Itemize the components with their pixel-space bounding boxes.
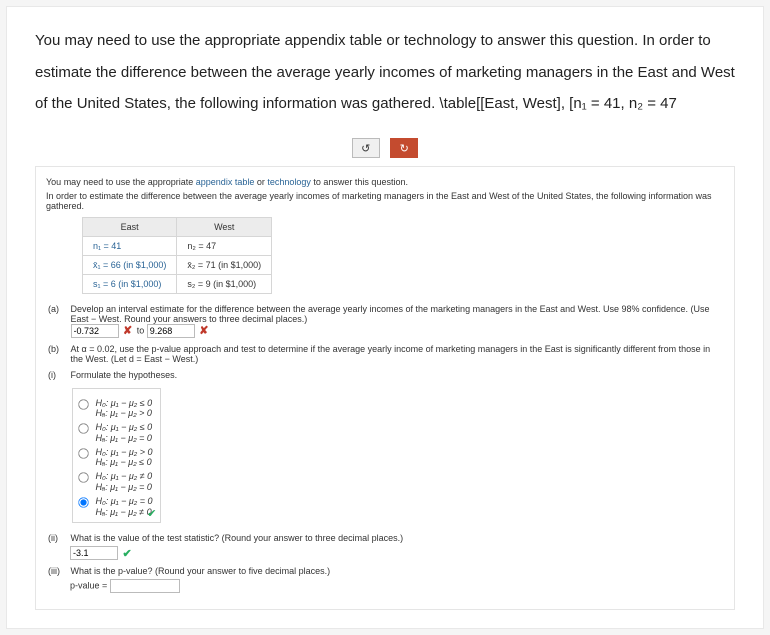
wrong-mark-icon: ✘ [123,325,132,337]
question-container: You may need to use the appropriate appe… [6,6,764,629]
cell: n₁ = 41 [83,236,177,255]
hypothesis-option[interactable]: H₀: μ₁ − μ₂ ≤ 0Hₐ: μ₁ − μ₂ = 0 [77,422,152,444]
part-b-iii-text: What is the p-value? (Round your answer … [71,566,331,576]
hypothesis-radio[interactable] [78,473,88,483]
part-b-text: At α = 0.02, use the p-value approach an… [71,344,711,364]
cell: x̄₂ = 71 (in $1,000) [177,255,272,274]
intro-line-2: In order to estimate the difference betw… [46,191,724,211]
correct-mark-icon: ✔ [123,548,132,560]
hypothesis-text: H₀: μ₁ − μ₂ ≤ 0Hₐ: μ₁ − μ₂ = 0 [96,422,153,444]
hypothesis-option[interactable]: H₀: μ₁ − μ₂ = 0Hₐ: μ₁ − μ₂ ≠ 0 [77,496,152,518]
part-b: (b) At α = 0.02, use the p-value approac… [48,344,724,364]
appendix-link[interactable]: appendix table [196,177,255,187]
part-b-i-text: Formulate the hypotheses. [71,370,178,380]
interval-low-input[interactable] [71,324,119,338]
hypothesis-text: H₀: μ₁ − μ₂ > 0Hₐ: μ₁ − μ₂ ≤ 0 [96,447,153,469]
hypothesis-option[interactable]: H₀: μ₁ − μ₂ > 0Hₐ: μ₁ − μ₂ ≤ 0 [77,447,152,469]
part-a: (a) Develop an interval estimate for the… [48,304,724,338]
hypothesis-radio[interactable] [78,423,88,433]
check-button[interactable]: ↻ [390,138,418,158]
data-table: East West n₁ = 41 n₂ = 47 x̄₁ = 66 (in $… [82,217,272,294]
to-label: to [137,325,147,335]
test-statistic-input[interactable] [70,546,118,560]
part-b-i-label: (i) [48,370,68,380]
intro-line-1: You may need to use the appropriate appe… [46,177,724,187]
table-row: x̄₁ = 66 (in $1,000) x̄₂ = 71 (in $1,000… [83,255,272,274]
hypothesis-option[interactable]: H₀: μ₁ − μ₂ ≤ 0Hₐ: μ₁ − μ₂ > 0 [77,398,152,420]
hypothesis-radio[interactable] [78,399,88,409]
part-a-label: (a) [48,304,68,314]
part-b-label: (b) [48,344,68,354]
hypothesis-text: H₀: μ₁ − μ₂ ≠ 0Hₐ: μ₁ − μ₂ = 0 [96,471,153,493]
table-row: n₁ = 41 n₂ = 47 [83,236,272,255]
part-b-ii: (ii) What is the value of the test stati… [48,533,724,560]
part-b-ii-text: What is the value of the test statistic?… [71,533,404,543]
technology-link[interactable]: technology [267,177,311,187]
cell: x̄₁ = 66 (in $1,000) [83,255,177,274]
text: You may need to use the appropriate [46,177,196,187]
wrong-mark-icon: ✘ [199,325,208,337]
pvalue-input[interactable] [110,579,180,593]
prompt-transcript: You may need to use the appropriate appe… [35,25,735,120]
part-b-i: (i) Formulate the hypotheses. [48,370,724,380]
interval-high-input[interactable] [147,324,195,338]
text: to answer this question. [311,177,408,187]
col-east: East [83,217,177,236]
table-row: s₁ = 6 (in $1,000) s₂ = 9 (in $1,000) [83,274,272,293]
part-b-iii: (iii) What is the p-value? (Round your a… [48,566,724,593]
hypothesis-radio[interactable] [78,448,88,458]
hypothesis-options: H₀: μ₁ − μ₂ ≤ 0Hₐ: μ₁ − μ₂ > 0 H₀: μ₁ − … [72,388,161,524]
correct-mark-icon: ✔ [147,507,156,520]
hypothesis-text: H₀: μ₁ − μ₂ = 0Hₐ: μ₁ − μ₂ ≠ 0 [96,496,153,518]
part-a-text: Develop an interval estimate for the dif… [71,304,710,324]
hypothesis-radio[interactable] [78,497,88,507]
cell: s₁ = 6 (in $1,000) [83,274,177,293]
question-panel: You may need to use the appropriate appe… [35,166,735,611]
cell: s₂ = 9 (in $1,000) [177,274,272,293]
part-b-ii-label: (ii) [48,533,68,543]
text: or [254,177,267,187]
table-header-row: East West [83,217,272,236]
hypothesis-text: H₀: μ₁ − μ₂ ≤ 0Hₐ: μ₁ − μ₂ > 0 [96,398,153,420]
part-b-iii-label: (iii) [48,566,68,576]
col-west: West [177,217,272,236]
pvalue-label: p-value = [70,581,110,591]
action-bar: ↺ ↻ [35,138,735,158]
reset-button[interactable]: ↺ [352,138,380,158]
hypothesis-option[interactable]: H₀: μ₁ − μ₂ ≠ 0Hₐ: μ₁ − μ₂ = 0 [77,471,152,493]
cell: n₂ = 47 [177,236,272,255]
